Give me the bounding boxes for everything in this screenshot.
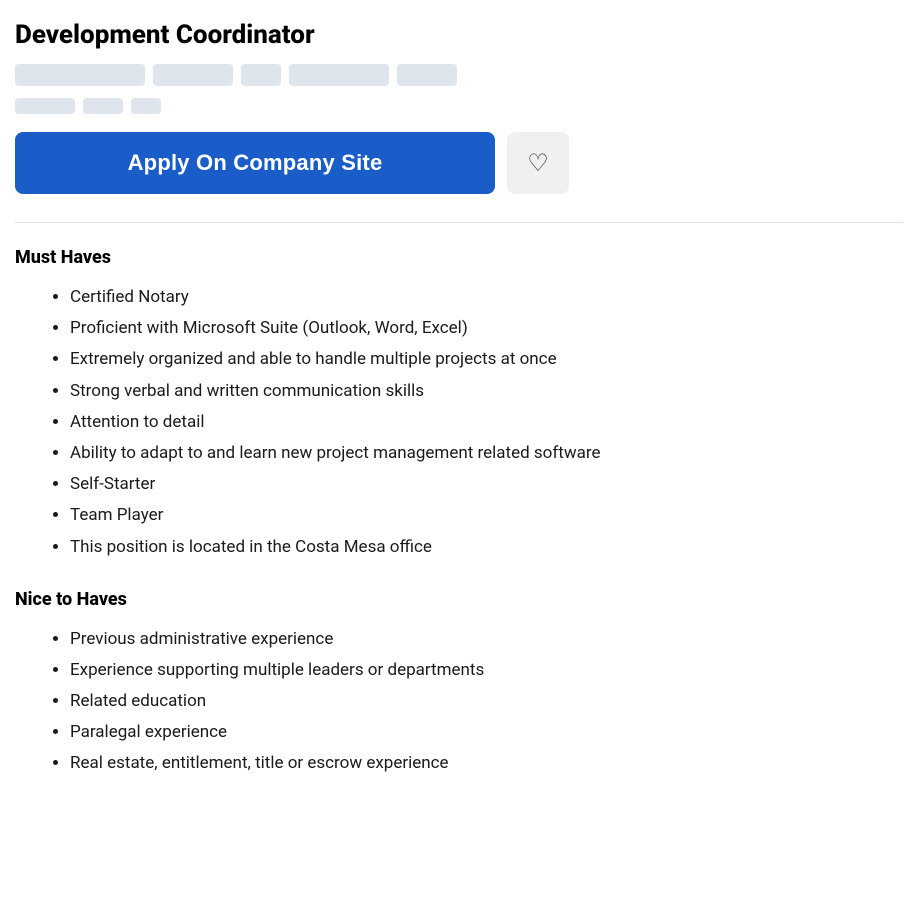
list-item: Attention to detail bbox=[70, 409, 903, 436]
job-sections: Must Haves Certified Notary Proficient wit… bbox=[15, 247, 903, 778]
company-sub1-blur bbox=[15, 98, 75, 114]
company-name-blur bbox=[153, 64, 233, 86]
list-item: Related education bbox=[70, 688, 903, 715]
list-item: Extremely organized and able to handle m… bbox=[70, 346, 903, 373]
company-detail2-blur bbox=[289, 64, 389, 86]
section-heading-must-haves: Must Haves bbox=[15, 247, 903, 268]
bullet-list-must-haves: Certified Notary Proficient with Microsof… bbox=[15, 284, 903, 561]
list-item: Self-Starter bbox=[70, 471, 903, 498]
list-item: Strong verbal and written communication … bbox=[70, 378, 903, 405]
page-title: Development Coordinator bbox=[15, 20, 903, 50]
list-item: Team Player bbox=[70, 502, 903, 529]
list-item: Real estate, entitlement, title or escro… bbox=[70, 750, 903, 777]
list-item: Previous administrative experience bbox=[70, 626, 903, 653]
list-item: Paralegal experience bbox=[70, 719, 903, 746]
heart-icon: ♡ bbox=[527, 149, 549, 178]
company-sub3-blur bbox=[131, 98, 161, 114]
apply-button[interactable]: Apply On Company Site bbox=[15, 132, 495, 194]
section-heading-nice-to-haves: Nice to Haves bbox=[15, 589, 903, 610]
list-item: Experience supporting multiple leaders o… bbox=[70, 657, 903, 684]
save-job-button[interactable]: ♡ bbox=[507, 132, 569, 194]
company-sub2-blur bbox=[83, 98, 123, 114]
company-detail1-blur bbox=[241, 64, 281, 86]
list-item: This position is located in the Costa Me… bbox=[70, 534, 903, 561]
company-logo-blur bbox=[15, 64, 145, 86]
list-item: Proficient with Microsoft Suite (Outlook… bbox=[70, 315, 903, 342]
company-detail3-blur bbox=[397, 64, 457, 86]
section-divider bbox=[15, 222, 903, 223]
bullet-list-nice-to-haves: Previous administrative experience Experi… bbox=[15, 626, 903, 778]
list-item: Certified Notary bbox=[70, 284, 903, 311]
action-row: Apply On Company Site ♡ bbox=[15, 132, 903, 194]
company-info bbox=[15, 64, 903, 114]
list-item: Ability to adapt to and learn new projec… bbox=[70, 440, 903, 467]
